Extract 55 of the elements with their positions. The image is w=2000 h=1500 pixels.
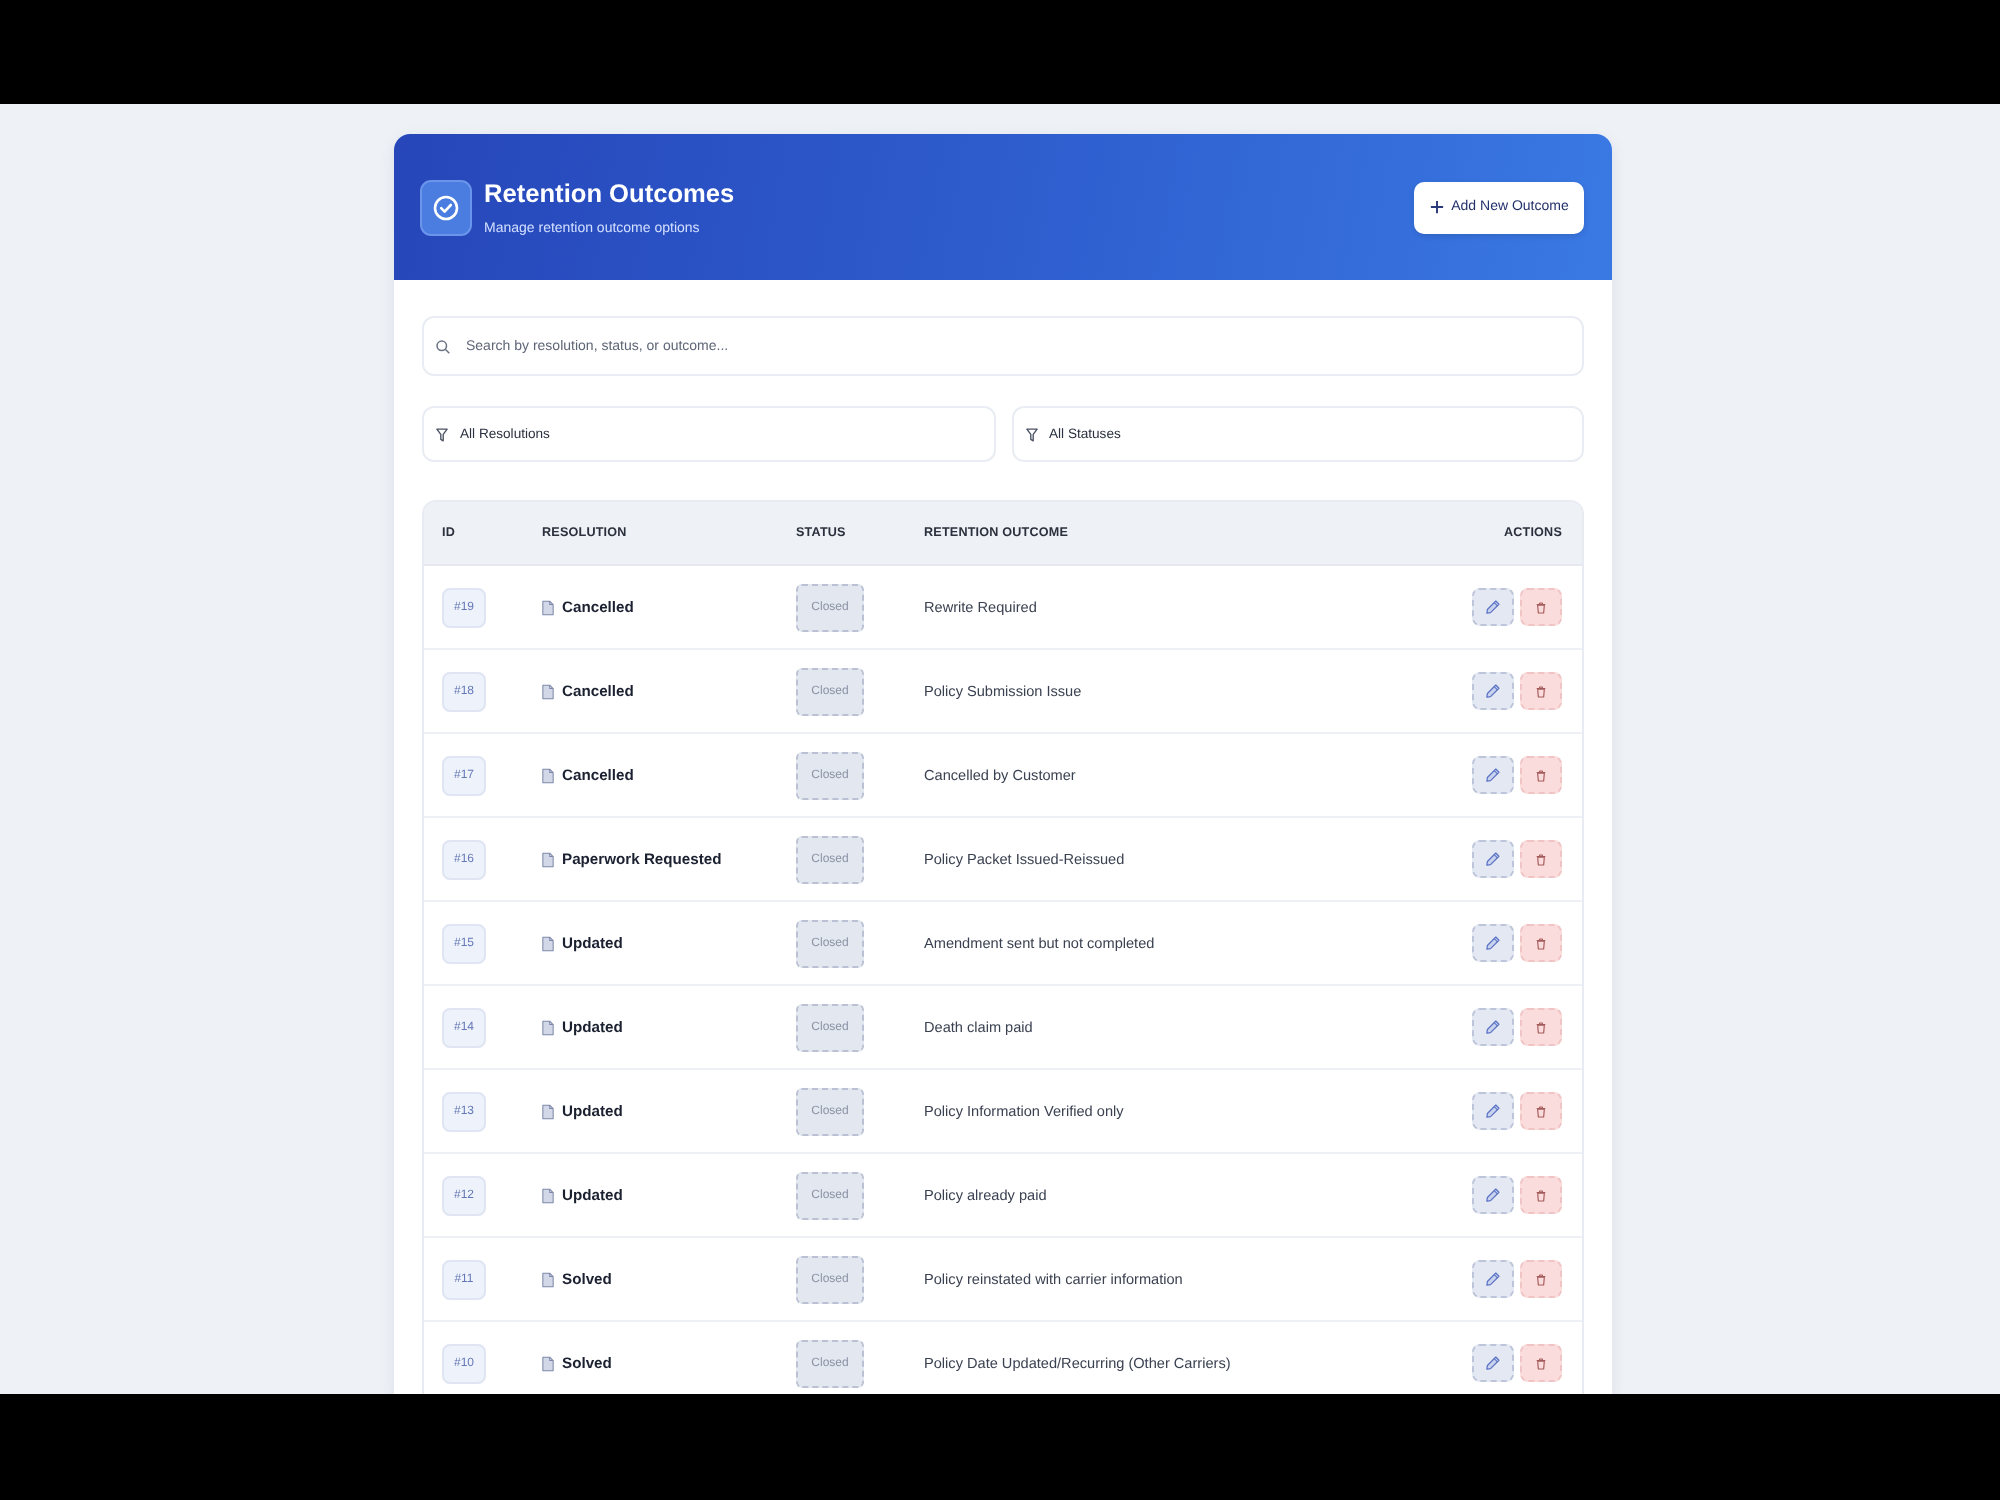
edit-button[interactable] bbox=[1472, 1344, 1514, 1382]
trash-icon bbox=[1536, 769, 1546, 781]
pencil-icon bbox=[1486, 1020, 1500, 1034]
delete-button[interactable] bbox=[1520, 588, 1562, 626]
funnel-icon bbox=[1025, 427, 1037, 441]
page-title: Retention Outcomes bbox=[484, 177, 735, 209]
document-icon bbox=[542, 599, 554, 615]
document-icon bbox=[542, 1019, 554, 1035]
pencil-icon bbox=[1486, 600, 1500, 614]
trash-icon bbox=[1536, 937, 1546, 949]
document-icon bbox=[542, 1271, 554, 1287]
delete-button[interactable] bbox=[1520, 924, 1562, 962]
edit-button[interactable] bbox=[1472, 1008, 1514, 1046]
document-icon bbox=[542, 935, 554, 951]
document-icon bbox=[542, 767, 554, 783]
pencil-icon bbox=[1486, 1356, 1500, 1370]
edit-button[interactable] bbox=[1472, 924, 1514, 962]
edit-button[interactable] bbox=[1472, 1092, 1514, 1130]
document-icon bbox=[542, 1355, 554, 1371]
delete-button[interactable] bbox=[1520, 1344, 1562, 1382]
edit-button[interactable] bbox=[1472, 756, 1514, 794]
trash-icon bbox=[1536, 1189, 1546, 1201]
edit-button[interactable] bbox=[1472, 588, 1514, 626]
delete-button[interactable] bbox=[1520, 756, 1562, 794]
document-icon bbox=[542, 851, 554, 867]
pencil-icon bbox=[1486, 768, 1500, 782]
edit-button[interactable] bbox=[1472, 672, 1514, 710]
delete-button[interactable] bbox=[1520, 1260, 1562, 1298]
search-icon bbox=[436, 339, 450, 353]
delete-button[interactable] bbox=[1520, 1092, 1562, 1130]
document-icon bbox=[542, 1187, 554, 1203]
pencil-icon bbox=[1486, 684, 1500, 698]
trash-icon bbox=[1536, 601, 1546, 613]
trash-icon bbox=[1536, 1021, 1546, 1033]
trash-icon bbox=[1536, 685, 1546, 697]
document-icon bbox=[542, 1103, 554, 1119]
pencil-icon bbox=[1486, 936, 1500, 950]
document-icon bbox=[542, 683, 554, 699]
edit-button[interactable] bbox=[1472, 840, 1514, 878]
trash-icon bbox=[1536, 1357, 1546, 1369]
edit-button[interactable] bbox=[1472, 1176, 1514, 1214]
pencil-icon bbox=[1486, 1104, 1500, 1118]
pencil-icon bbox=[1486, 1272, 1500, 1286]
pencil-icon bbox=[1486, 852, 1500, 866]
delete-button[interactable] bbox=[1520, 1176, 1562, 1214]
delete-button[interactable] bbox=[1520, 672, 1562, 710]
delete-button[interactable] bbox=[1520, 1008, 1562, 1046]
trash-icon bbox=[1536, 853, 1546, 865]
trash-icon bbox=[1536, 1105, 1546, 1117]
edit-button[interactable] bbox=[1472, 1260, 1514, 1298]
plus-icon bbox=[1429, 200, 1444, 214]
pencil-icon bbox=[1486, 1188, 1500, 1202]
funnel-icon bbox=[436, 427, 448, 441]
delete-button[interactable] bbox=[1520, 840, 1562, 878]
trash-icon bbox=[1536, 1273, 1546, 1285]
